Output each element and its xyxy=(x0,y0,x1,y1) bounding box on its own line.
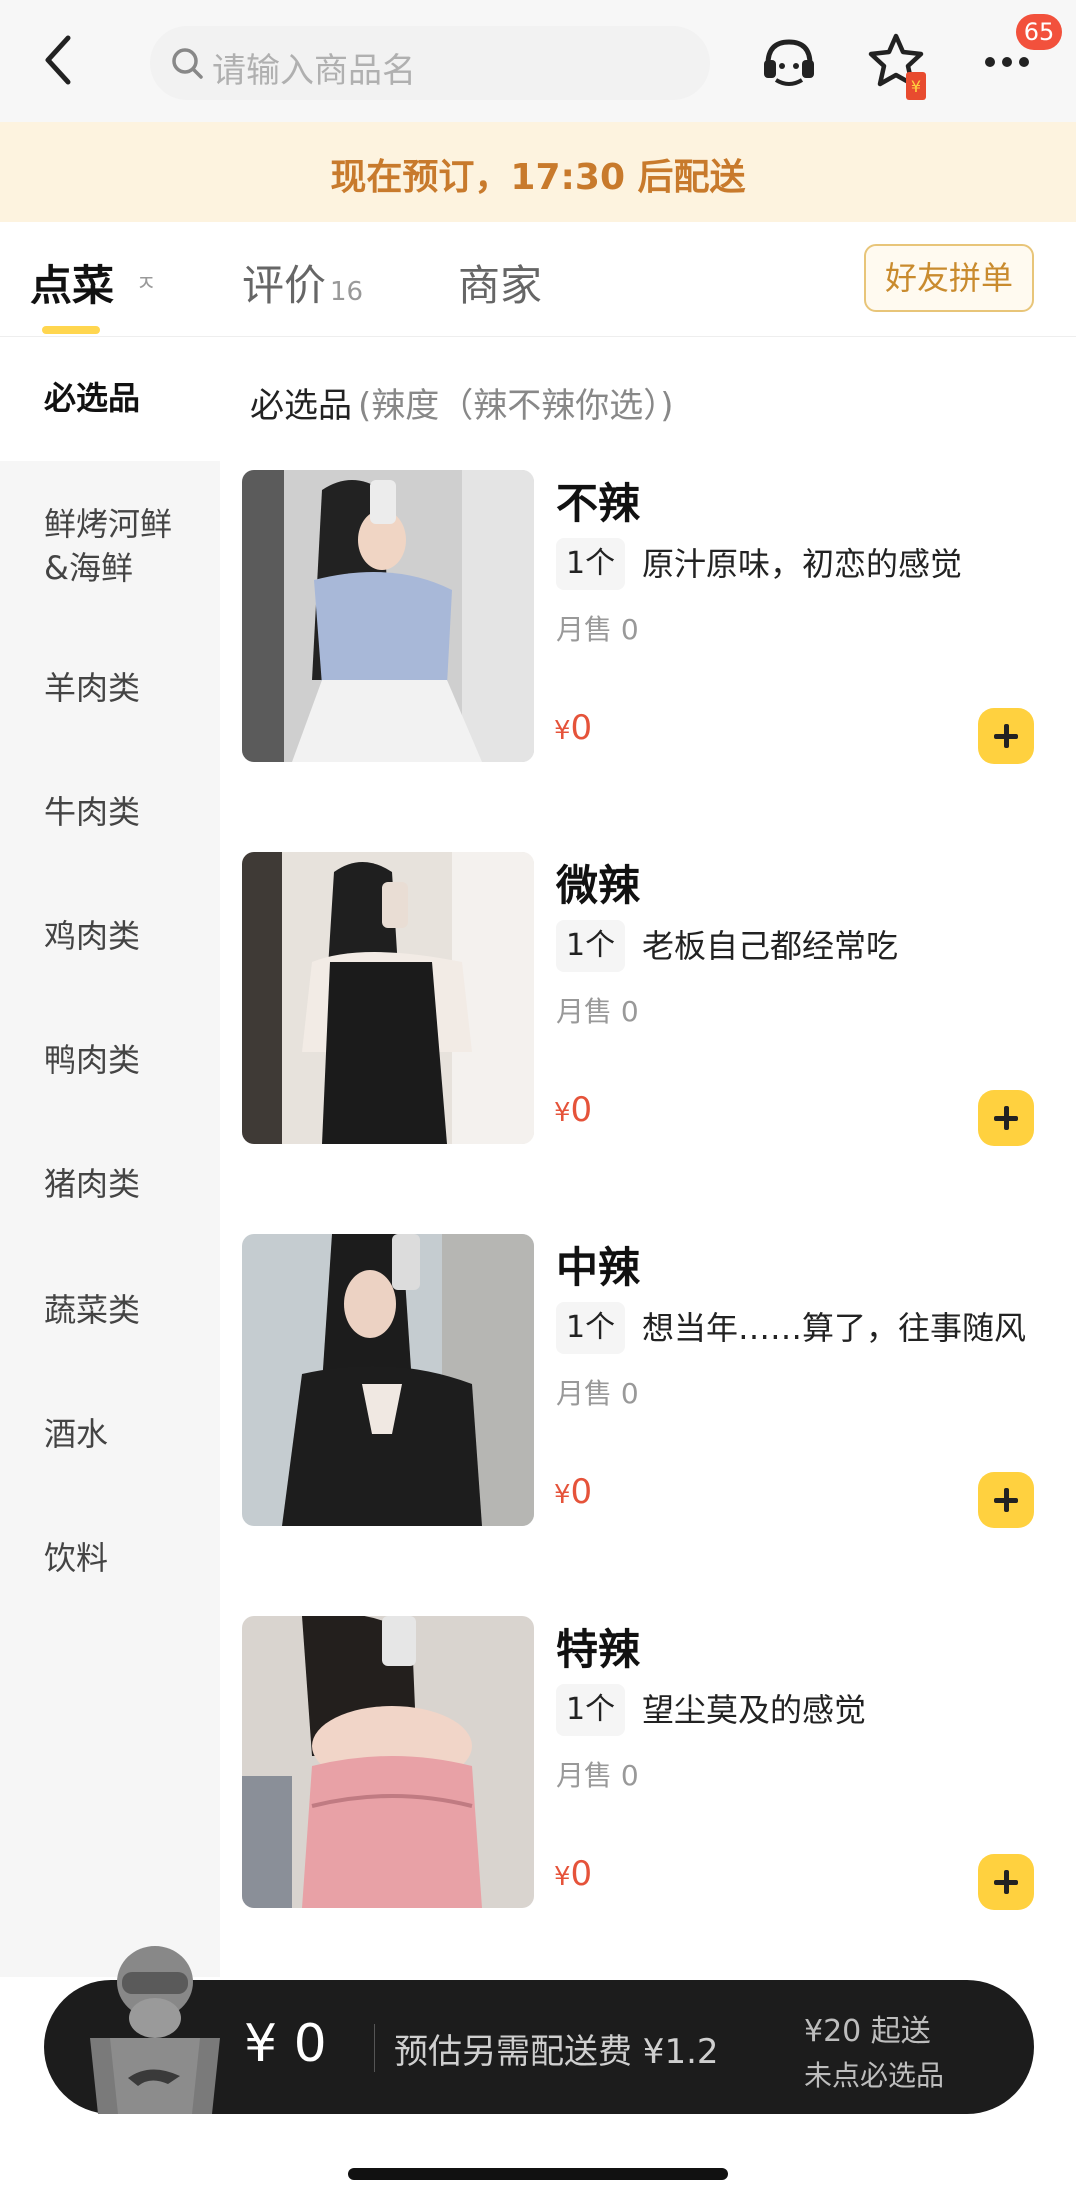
cart-total: ¥ 0 xyxy=(244,2014,327,2074)
price-value: 0 xyxy=(570,1090,593,1130)
price-value: 0 xyxy=(570,1854,593,1894)
product-price: ¥0 xyxy=(554,1090,592,1130)
product-desc: 望尘莫及的感觉 xyxy=(642,1691,867,1729)
cart-delivery-fee: 预估另需配送费 ¥1.2 xyxy=(394,2032,719,2072)
home-indicator xyxy=(348,2168,728,2180)
sidebar-item-beef[interactable]: 牛肉类 xyxy=(44,790,214,834)
product-name: 不辣 xyxy=(556,479,641,528)
search-placeholder: 请输入商品名 xyxy=(212,51,416,91)
sidebar-item-vegetables[interactable]: 蔬菜类 xyxy=(44,1288,214,1332)
product-monthly-sales: 月售 0 xyxy=(556,995,639,1028)
tab-order-label: 点菜 xyxy=(30,261,115,310)
product-name: 中辣 xyxy=(556,1243,641,1292)
search-icon xyxy=(172,48,203,79)
sort-mark-icon: ㅈ xyxy=(136,272,157,297)
product-photo xyxy=(242,470,534,762)
sidebar-item-lamb[interactable]: 羊肉类 xyxy=(44,666,214,710)
product-monthly-sales: 月售 0 xyxy=(556,613,639,646)
tab-reviews-label: 评价 xyxy=(242,261,327,310)
product-card[interactable]: 特辣 1个 望尘莫及的感觉 月售 0 ¥0 xyxy=(242,1616,1042,1916)
product-name: 特辣 xyxy=(556,1625,641,1674)
add-to-cart-button[interactable] xyxy=(978,1090,1034,1146)
product-card[interactable]: 中辣 1个 想当年……算了，往事随风 月售 0 ¥0 xyxy=(242,1234,1042,1534)
section-subtitle: (辣度（辣不辣你选）) xyxy=(358,386,674,426)
customer-service-icon[interactable] xyxy=(760,34,818,90)
sidebar-item-drinks[interactable]: 饮料 xyxy=(44,1536,214,1580)
product-card[interactable]: 不辣 1个 原汁原味，初恋的感觉 月售 0 ¥0 xyxy=(242,470,1042,770)
reviews-count: 16 xyxy=(330,277,364,307)
product-price: ¥0 xyxy=(554,1472,592,1512)
favorite-star-icon[interactable]: ¥ xyxy=(868,32,928,104)
sidebar-item-chicken[interactable]: 鸡肉类 xyxy=(44,914,214,958)
price-currency: ¥ xyxy=(554,716,571,746)
sidebar-item-pork[interactable]: 猪肉类 xyxy=(44,1162,214,1206)
cart-required-note: 未点必选品 xyxy=(804,2059,945,2092)
tab-merchant[interactable]: 商家 xyxy=(458,252,542,313)
product-photo xyxy=(242,1234,534,1526)
product-photo xyxy=(242,852,534,1144)
cart-divider xyxy=(374,2024,375,2072)
product-price: ¥0 xyxy=(554,708,592,748)
price-currency: ¥ xyxy=(554,1098,571,1128)
more-icon[interactable] xyxy=(982,50,1032,74)
product-desc: 老板自己都经常吃 xyxy=(642,927,899,965)
product-name: 微辣 xyxy=(556,861,641,910)
sidebar-item-duck[interactable]: 鸭肉类 xyxy=(44,1038,214,1082)
sidebar-item-seafood[interactable]: 鲜烤河鲜&海鲜 xyxy=(44,502,194,590)
product-qty: 1个 xyxy=(556,1684,626,1736)
add-to-cart-button[interactable] xyxy=(978,708,1034,764)
add-to-cart-button[interactable] xyxy=(978,1472,1034,1528)
active-tab-indicator xyxy=(42,326,100,334)
product-desc: 想当年……算了，往事随风 xyxy=(642,1309,1027,1347)
price-value: 0 xyxy=(570,1472,593,1512)
sidebar-item-required[interactable]: 必选品 xyxy=(44,376,214,420)
tab-order[interactable]: 点菜 xyxy=(30,252,114,313)
courier-mascot-icon[interactable] xyxy=(80,1938,230,2118)
product-photo xyxy=(242,1616,534,1908)
svg-text:¥: ¥ xyxy=(911,77,921,96)
product-qty: 1个 xyxy=(556,920,626,972)
product-qty: 1个 xyxy=(556,538,626,590)
cart-minimum-order: ¥20 起送 xyxy=(804,2014,931,2049)
product-desc: 原汁原味，初恋的感觉 xyxy=(642,545,963,583)
notification-badge: 65 xyxy=(1016,14,1062,50)
preorder-banner: 现在预订，17:30 后配送 xyxy=(0,122,1076,222)
product-qty: 1个 xyxy=(556,1302,626,1354)
tab-reviews[interactable]: 评价 16 xyxy=(242,252,363,313)
section-title-main: 必选品 xyxy=(250,386,352,426)
section-title: 必选品 (辣度（辣不辣你选）) xyxy=(250,378,674,427)
product-price: ¥0 xyxy=(554,1854,592,1894)
tab-merchant-label: 商家 xyxy=(458,261,543,310)
price-currency: ¥ xyxy=(554,1862,571,1892)
top-bar: 请输入商品名 ¥ 65 xyxy=(0,0,1076,122)
product-monthly-sales: 月售 0 xyxy=(556,1759,639,1792)
banner-text: 现在预订，17:30 后配送 xyxy=(330,157,746,198)
tab-bar: 点菜 ㅈ 评价 16 商家 好友拼单 xyxy=(0,222,1076,337)
back-arrow-icon[interactable] xyxy=(40,30,80,90)
price-value: 0 xyxy=(570,708,593,748)
add-to-cart-button[interactable] xyxy=(978,1854,1034,1910)
price-currency: ¥ xyxy=(554,1480,571,1510)
product-monthly-sales: 月售 0 xyxy=(556,1377,639,1410)
search-input[interactable]: 请输入商品名 xyxy=(150,26,710,100)
sidebar-item-alcohol[interactable]: 酒水 xyxy=(44,1412,214,1456)
product-card[interactable]: 微辣 1个 老板自己都经常吃 月售 0 ¥0 xyxy=(242,852,1042,1152)
friend-group-order-button[interactable]: 好友拼单 xyxy=(864,244,1034,312)
